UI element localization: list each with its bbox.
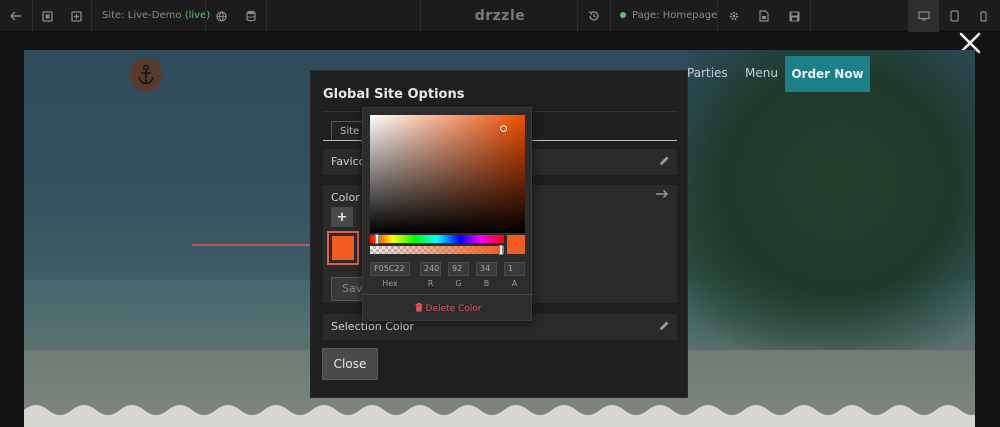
hex-label: Hex bbox=[382, 279, 398, 288]
desktop-icon[interactable] bbox=[909, 0, 939, 32]
tablet-icon[interactable] bbox=[940, 0, 968, 32]
site-label: Site: Live-Demo (live) bbox=[102, 0, 210, 32]
anchor-logo-icon bbox=[130, 58, 162, 92]
green-label: G bbox=[455, 279, 462, 288]
page-selector[interactable]: Page: Homepage bbox=[620, 0, 717, 32]
red-label: R bbox=[427, 279, 434, 288]
copy-icon[interactable] bbox=[33, 0, 61, 32]
page-name: Page: Homepage bbox=[632, 10, 718, 21]
favicon-label: Favico bbox=[331, 155, 366, 168]
history-icon[interactable] bbox=[580, 0, 608, 32]
delete-color-button[interactable]: Delete Color bbox=[363, 303, 533, 317]
top-toolbar: Site: Live-Demo (live) drzzle Page: Home… bbox=[0, 0, 1000, 32]
gear-icon[interactable] bbox=[720, 0, 748, 32]
file-icon[interactable] bbox=[750, 0, 778, 32]
add-color-button[interactable]: + bbox=[331, 207, 353, 227]
back-arrow-icon[interactable] bbox=[0, 0, 32, 32]
blue-label: B bbox=[483, 279, 490, 288]
alpha-input[interactable]: 1 bbox=[504, 262, 525, 276]
page-status-dot bbox=[620, 12, 626, 18]
trash-icon bbox=[415, 303, 423, 312]
color-preview-swatch bbox=[507, 235, 525, 254]
alpha-label: A bbox=[511, 279, 518, 288]
picker-divider bbox=[363, 294, 533, 295]
nav-link-menu[interactable]: Menu bbox=[745, 66, 778, 80]
color-swatch[interactable] bbox=[332, 236, 354, 260]
save-icon[interactable] bbox=[780, 0, 808, 32]
color-fields: F05C22 240 92 34 1 Hex R G B A bbox=[370, 262, 525, 292]
database-icon[interactable] bbox=[236, 0, 266, 32]
annotation-arrow bbox=[192, 241, 320, 249]
nav-link-parties[interactable]: Parties bbox=[687, 66, 728, 80]
color-picker: F05C22 240 92 34 1 Hex R G B A Delete Co… bbox=[362, 107, 533, 321]
red-input[interactable]: 240 bbox=[420, 262, 441, 276]
selection-color-label: Selection Color bbox=[331, 320, 414, 333]
sv-cursor[interactable] bbox=[500, 125, 507, 132]
globe-icon[interactable] bbox=[206, 0, 236, 32]
selected-swatch-highlight bbox=[327, 231, 359, 265]
add-page-icon[interactable] bbox=[61, 0, 91, 32]
order-now-button[interactable]: Order Now bbox=[785, 56, 870, 92]
green-input[interactable]: 92 bbox=[448, 262, 469, 276]
edit-favicon-pencil-icon[interactable] bbox=[658, 155, 670, 167]
brand-logo: drzzle bbox=[474, 8, 526, 24]
mobile-icon[interactable] bbox=[969, 0, 997, 32]
blue-input[interactable]: 34 bbox=[476, 262, 497, 276]
hue-slider-knob[interactable] bbox=[375, 234, 379, 244]
modal-title: Global Site Options bbox=[323, 87, 465, 102]
hex-input[interactable]: F05C22 bbox=[370, 262, 410, 276]
close-button[interactable]: Close bbox=[322, 348, 378, 380]
site-name: Site: Live-Demo bbox=[102, 10, 182, 21]
delete-color-label: Delete Color bbox=[425, 304, 482, 314]
edit-selection-pencil-icon[interactable] bbox=[658, 320, 670, 332]
saturation-value-field[interactable] bbox=[370, 115, 525, 233]
expand-arrow-icon[interactable] bbox=[655, 187, 669, 203]
preview-wave-border bbox=[24, 405, 975, 427]
hue-slider[interactable] bbox=[370, 234, 504, 244]
alpha-slider-knob[interactable] bbox=[499, 245, 503, 255]
alpha-slider[interactable] bbox=[370, 245, 504, 255]
